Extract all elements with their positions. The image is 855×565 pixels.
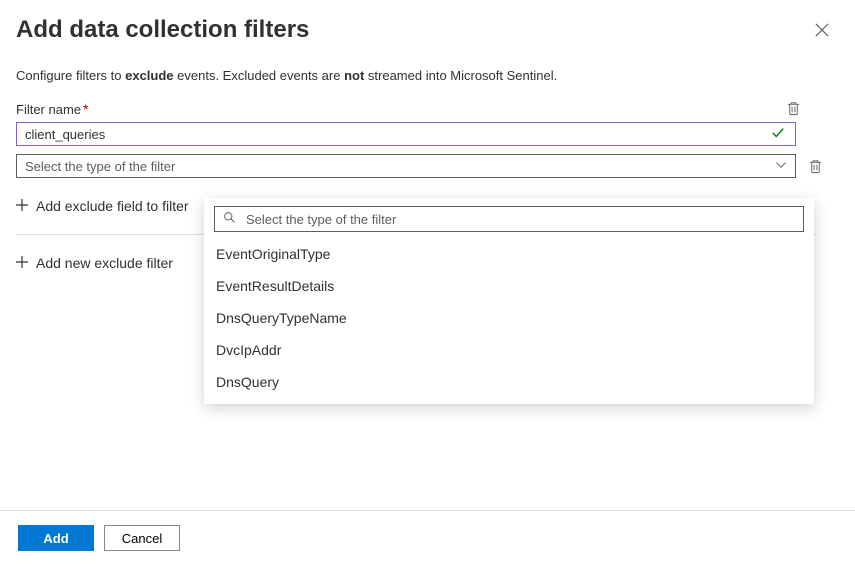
dropdown-search-box[interactable] (214, 206, 804, 232)
dropdown-search-input[interactable] (244, 211, 795, 228)
search-icon (223, 211, 236, 227)
filter-type-dropdown: EventOriginalType EventResultDetails Dns… (204, 198, 814, 404)
dropdown-option[interactable]: EventOriginalType (204, 238, 814, 270)
cancel-button[interactable]: Cancel (104, 525, 180, 551)
close-icon[interactable] (809, 17, 835, 43)
required-asterisk: * (83, 101, 88, 117)
checkmark-icon (771, 126, 785, 143)
add-new-filter-label: Add new exclude filter (36, 255, 173, 271)
footer-bar: Add Cancel (0, 510, 855, 565)
plus-icon (16, 198, 28, 214)
delete-filter-icon[interactable] (784, 99, 803, 118)
description-text: Configure filters to exclude events. Exc… (16, 68, 835, 83)
filter-type-placeholder: Select the type of the filter (25, 159, 175, 174)
dropdown-option[interactable]: DnsQuery (204, 366, 814, 398)
plus-icon (16, 255, 28, 271)
add-button[interactable]: Add (18, 525, 94, 551)
delete-type-icon[interactable] (806, 157, 825, 176)
panel-title: Add data collection filters (16, 16, 309, 44)
chevron-down-icon (775, 159, 787, 174)
filter-name-input[interactable] (16, 122, 796, 146)
dropdown-option[interactable]: EventResultDetails (204, 270, 814, 302)
filter-name-label: Filter name (16, 102, 81, 117)
filter-type-select[interactable]: Select the type of the filter (16, 154, 796, 178)
dropdown-option[interactable]: DnsQueryTypeName (204, 302, 814, 334)
add-exclude-field-label: Add exclude field to filter (36, 198, 189, 214)
dropdown-option[interactable]: DvcIpAddr (204, 334, 814, 366)
